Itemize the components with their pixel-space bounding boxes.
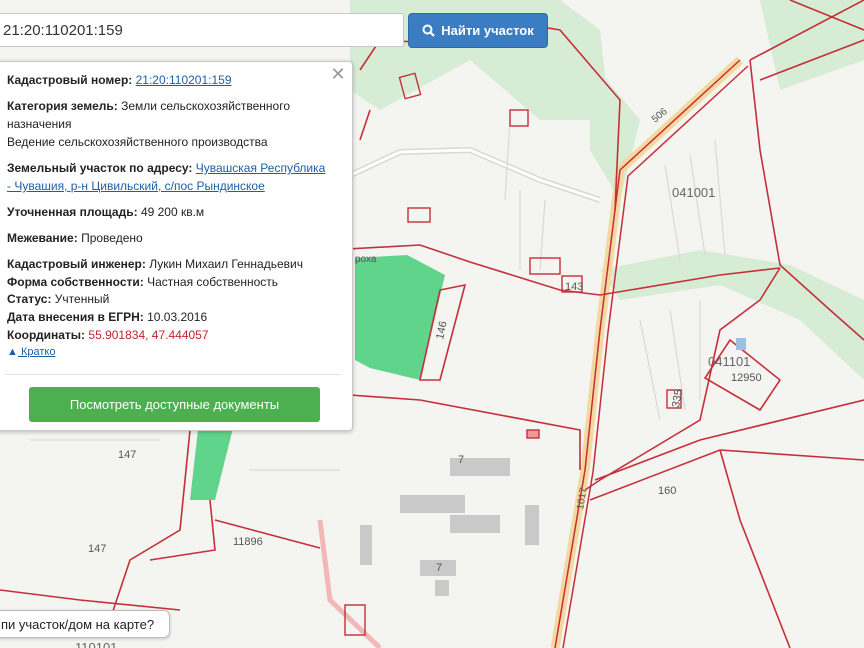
status-row: Статус: Учтенный [7,290,342,308]
map-hint-text: пи участок/дом на карте? [1,616,155,632]
survey-value: Проведено [81,231,143,245]
ownership-value: Частная собственность [147,275,279,289]
map-label-7a: 7 [458,454,464,466]
address-link-line2[interactable]: - Чувашия, р-н Цивильский, с/пос Рындинс… [7,179,265,193]
status-value: Учтенный [54,292,110,306]
cadastral-number-link[interactable]: 21:20:110201:159 [136,73,232,87]
land-category-value-line2: назначения [7,117,72,131]
coordinates-value[interactable]: 55.901834, 47.444057 [88,328,208,342]
coordinates-label: Координаты: [7,328,86,342]
search-input[interactable] [0,13,404,47]
view-documents-label: Посмотреть доступные документы [69,397,280,412]
brief-toggle-link[interactable]: ▲ Кратко [7,346,55,358]
map-label-road: роха [355,254,377,265]
egrn-date-row: Дата внесения в ЕГРН: 10.03.2016 [7,308,342,326]
caret-up-icon: ▲ [7,346,18,358]
land-use-value: Ведение сельскохозяйственного производст… [7,135,268,149]
land-category-value: Земли сельскохозяйственного [121,99,291,113]
parcel-info-popup: ✕ Кадастровый номер: 21:20:110201:159 Ка… [0,61,353,431]
egrn-date-value: 10.03.2016 [147,310,208,324]
area-label: Уточненная площадь: [7,205,138,219]
engineer-value: Лукин Михаил Геннадьевич [149,257,303,271]
area-value: 49 200 кв.м [140,205,205,219]
view-documents-button[interactable]: Посмотреть доступные документы [29,387,320,422]
address-row: Земельный участок по адресу: Чувашская Р… [7,159,342,195]
egrn-date-label: Дата внесения в ЕГРН: [7,310,144,324]
map-hint-bubble[interactable]: пи участок/дом на карте? [0,610,170,638]
land-category-label: Категория земель: [7,99,118,113]
ownership-label: Форма собственности: [7,275,144,289]
map-label-147b: 147 [88,543,106,555]
map-label-12950: 12950 [731,372,762,384]
address-link[interactable]: Чувашская Республика [196,161,326,175]
find-parcel-button[interactable]: Найти участок [408,13,548,48]
map-label-147a: 147 [118,449,136,461]
map-label-11896: 11896 [233,536,263,548]
brief-toggle-label: Кратко [20,346,56,358]
find-parcel-label: Найти участок [441,23,534,38]
cadastral-number-row: Кадастровый номер: 21:20:110201:159 [7,71,342,89]
map-label-7b: 7 [436,562,442,574]
map-label-041001: 041001 [672,185,715,200]
survey-label: Межевание: [7,231,78,245]
area-row: Уточненная площадь: 49 200 кв.м [7,203,342,221]
address-label: Земельный участок по адресу: [7,161,193,175]
engineer-label: Кадастровый инженер: [7,257,146,271]
map-label-041101: 041101 [708,354,750,369]
search-icon [422,24,436,37]
map-label-110101: 110101 [75,640,117,648]
survey-row: Межевание: Проведено [7,229,342,247]
divider [5,374,341,375]
cadastral-number-label: Кадастровый номер: [7,73,133,87]
map-label-143: 143 [565,281,583,293]
status-label: Статус: [7,292,52,306]
land-category-row: Категория земель: Земли сельскохозяйстве… [7,97,342,151]
map-label-160: 160 [658,485,676,497]
engineer-row: Кадастровый инженер: Лукин Михаил Геннад… [7,255,342,273]
coordinates-row: Координаты: 55.901834, 47.444057 [7,326,342,344]
ownership-row: Форма собственности: Частная собственнос… [7,273,342,291]
